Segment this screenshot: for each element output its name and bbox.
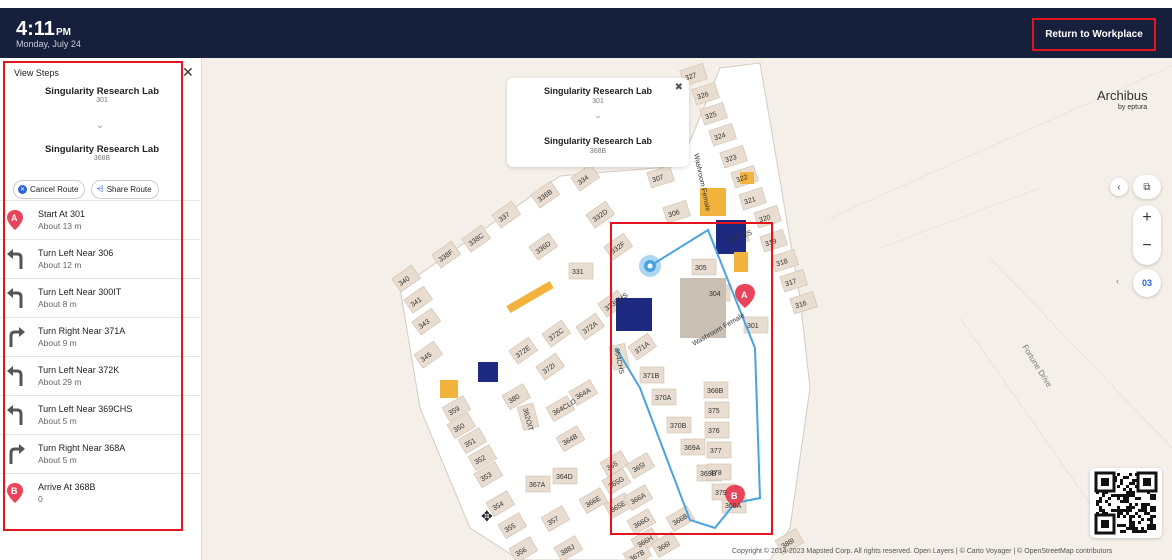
clock: 4:11PM	[16, 18, 71, 40]
pin-b-icon: B	[6, 482, 26, 504]
room-label: 367A	[529, 482, 546, 489]
panel-title: View Steps	[14, 68, 59, 78]
room-label: 368A	[725, 503, 742, 510]
step-item[interactable]: Turn Left Near 369CHS About 5 m	[0, 395, 200, 434]
step-title: Turn Left Near 369CHS	[38, 404, 133, 414]
turn-right-icon	[6, 443, 26, 465]
brand-sub: by eptura	[1118, 104, 1148, 111]
route-from: Singularity Research Lab 301	[4, 86, 200, 104]
room-label: 304	[709, 291, 721, 298]
zoom-out-button[interactable]: −	[1133, 237, 1161, 255]
cancel-route-button[interactable]: ✕ Cancel Route	[13, 180, 86, 199]
floor-selector[interactable]: 03	[1133, 269, 1161, 297]
route-popup: ✖ Singularity Research Lab 301 ⌄ Singula…	[507, 78, 689, 167]
turn-right-icon	[6, 326, 26, 348]
turn-left-icon	[6, 287, 26, 309]
cancel-route-label: Cancel Route	[30, 185, 79, 194]
popup-from-room: 301	[592, 98, 604, 105]
room-label: 371B	[643, 373, 660, 380]
copyright-text: Copyright © 2014-2023 Mapsted Corp. All …	[732, 548, 1113, 555]
step-title: Turn Left Near 306	[38, 248, 114, 258]
step-item[interactable]: Turn Right Near 368A About 5 m	[0, 434, 200, 473]
step-title: Start At 301	[38, 209, 86, 219]
step-title: Turn Left Near 372K	[38, 365, 120, 375]
step-title: Turn Right Near 368A	[38, 443, 126, 453]
route-buttons: ✕ Cancel Route ⩤ Share Route	[13, 180, 159, 199]
steps-list: A Start At 301 About 13 m Turn Left Near 30…	[0, 200, 200, 512]
popup-from-name: Singularity Research Lab	[543, 86, 653, 96]
top-strip	[0, 0, 1172, 8]
step-item[interactable]: B Arrive At 368B 0	[0, 473, 200, 512]
popup-to-room: 368B	[589, 148, 607, 155]
to-room: 368B	[93, 155, 111, 162]
floor-prev-icon[interactable]: ‹	[1116, 276, 1119, 286]
room-label: 377	[710, 448, 722, 455]
popup-to-name: Singularity Research Lab	[543, 136, 653, 146]
step-item[interactable]: A Start At 301 About 13 m	[0, 200, 200, 239]
move-cursor-icon: ✥	[481, 508, 493, 524]
brand-logo: Archibus	[1097, 88, 1148, 103]
room-label: 331	[572, 269, 584, 276]
room-label: 370B	[670, 423, 687, 430]
step-distance: About 12 m	[38, 260, 82, 270]
top-bar: 4:11PM Monday, July 24 Return to Workpla…	[0, 8, 1172, 58]
step-item[interactable]: Turn Right Near 371A About 9 m	[0, 317, 200, 356]
step-title: Turn Right Near 371A	[38, 326, 126, 336]
room-label: 370A	[655, 395, 672, 402]
turn-left-icon	[6, 248, 26, 270]
zoom-controls: + −	[1133, 205, 1161, 265]
close-panel-icon[interactable]: ✕	[182, 64, 194, 81]
svg-text:B: B	[731, 491, 738, 501]
step-distance: 0	[38, 494, 43, 504]
from-room: 301	[96, 97, 108, 104]
route-to: Singularity Research Lab 368B	[4, 144, 200, 162]
step-distance: About 13 m	[38, 221, 82, 231]
cancel-icon: ✕	[18, 185, 27, 194]
room-label: 368B	[707, 388, 724, 395]
room-label: 376	[708, 428, 720, 435]
svg-text:B: B	[11, 486, 18, 496]
step-item[interactable]: Turn Left Near 306 About 12 m	[0, 239, 200, 278]
step-title: Arrive At 368B	[38, 482, 96, 492]
step-distance: About 5 m	[38, 416, 77, 426]
steps-panel: View Steps ✕ Singularity Research Lab 30…	[0, 58, 202, 560]
svg-text:A: A	[11, 213, 18, 223]
chevron-down-icon: ⌄	[96, 120, 105, 131]
step-title: Turn Left Near 300IT	[38, 287, 122, 297]
room-label: 305	[695, 265, 707, 272]
date-label: Monday, July 24	[16, 39, 81, 49]
turn-left-icon	[6, 404, 26, 426]
from-name: Singularity Research Lab	[44, 86, 160, 97]
step-item[interactable]: Turn Left Near 300IT About 8 m	[0, 278, 200, 317]
step-item[interactable]: Turn Left Near 372K About 29 m	[0, 356, 200, 395]
share-route-label: Share Route	[106, 185, 152, 194]
chevron-down-icon: ⌄	[594, 110, 602, 120]
step-distance: About 9 m	[38, 338, 77, 348]
room-label: 369A	[684, 445, 701, 452]
layers-icon[interactable]: ⧉	[1133, 175, 1161, 199]
room-label: 375	[708, 408, 720, 415]
room-label: 364D	[556, 474, 573, 481]
qr-code	[1090, 468, 1162, 538]
room-label: 378	[710, 470, 722, 477]
to-name: Singularity Research Lab	[44, 144, 160, 155]
room-label: 301	[747, 323, 759, 330]
room-label: 379	[715, 490, 727, 497]
return-to-workplace-button[interactable]: Return to Workplace	[1032, 18, 1156, 51]
share-route-button[interactable]: ⩤ Share Route	[91, 180, 159, 199]
svg-text:A: A	[741, 290, 748, 300]
step-distance: About 29 m	[38, 377, 82, 387]
step-distance: About 8 m	[38, 299, 77, 309]
step-distance: About 5 m	[38, 455, 77, 465]
share-icon: ⩤	[96, 184, 104, 194]
turn-left-icon	[6, 365, 26, 387]
pin-a-icon: A	[6, 209, 26, 231]
collapse-icon[interactable]: ‹	[1110, 178, 1128, 196]
zoom-in-button[interactable]: +	[1133, 209, 1161, 227]
